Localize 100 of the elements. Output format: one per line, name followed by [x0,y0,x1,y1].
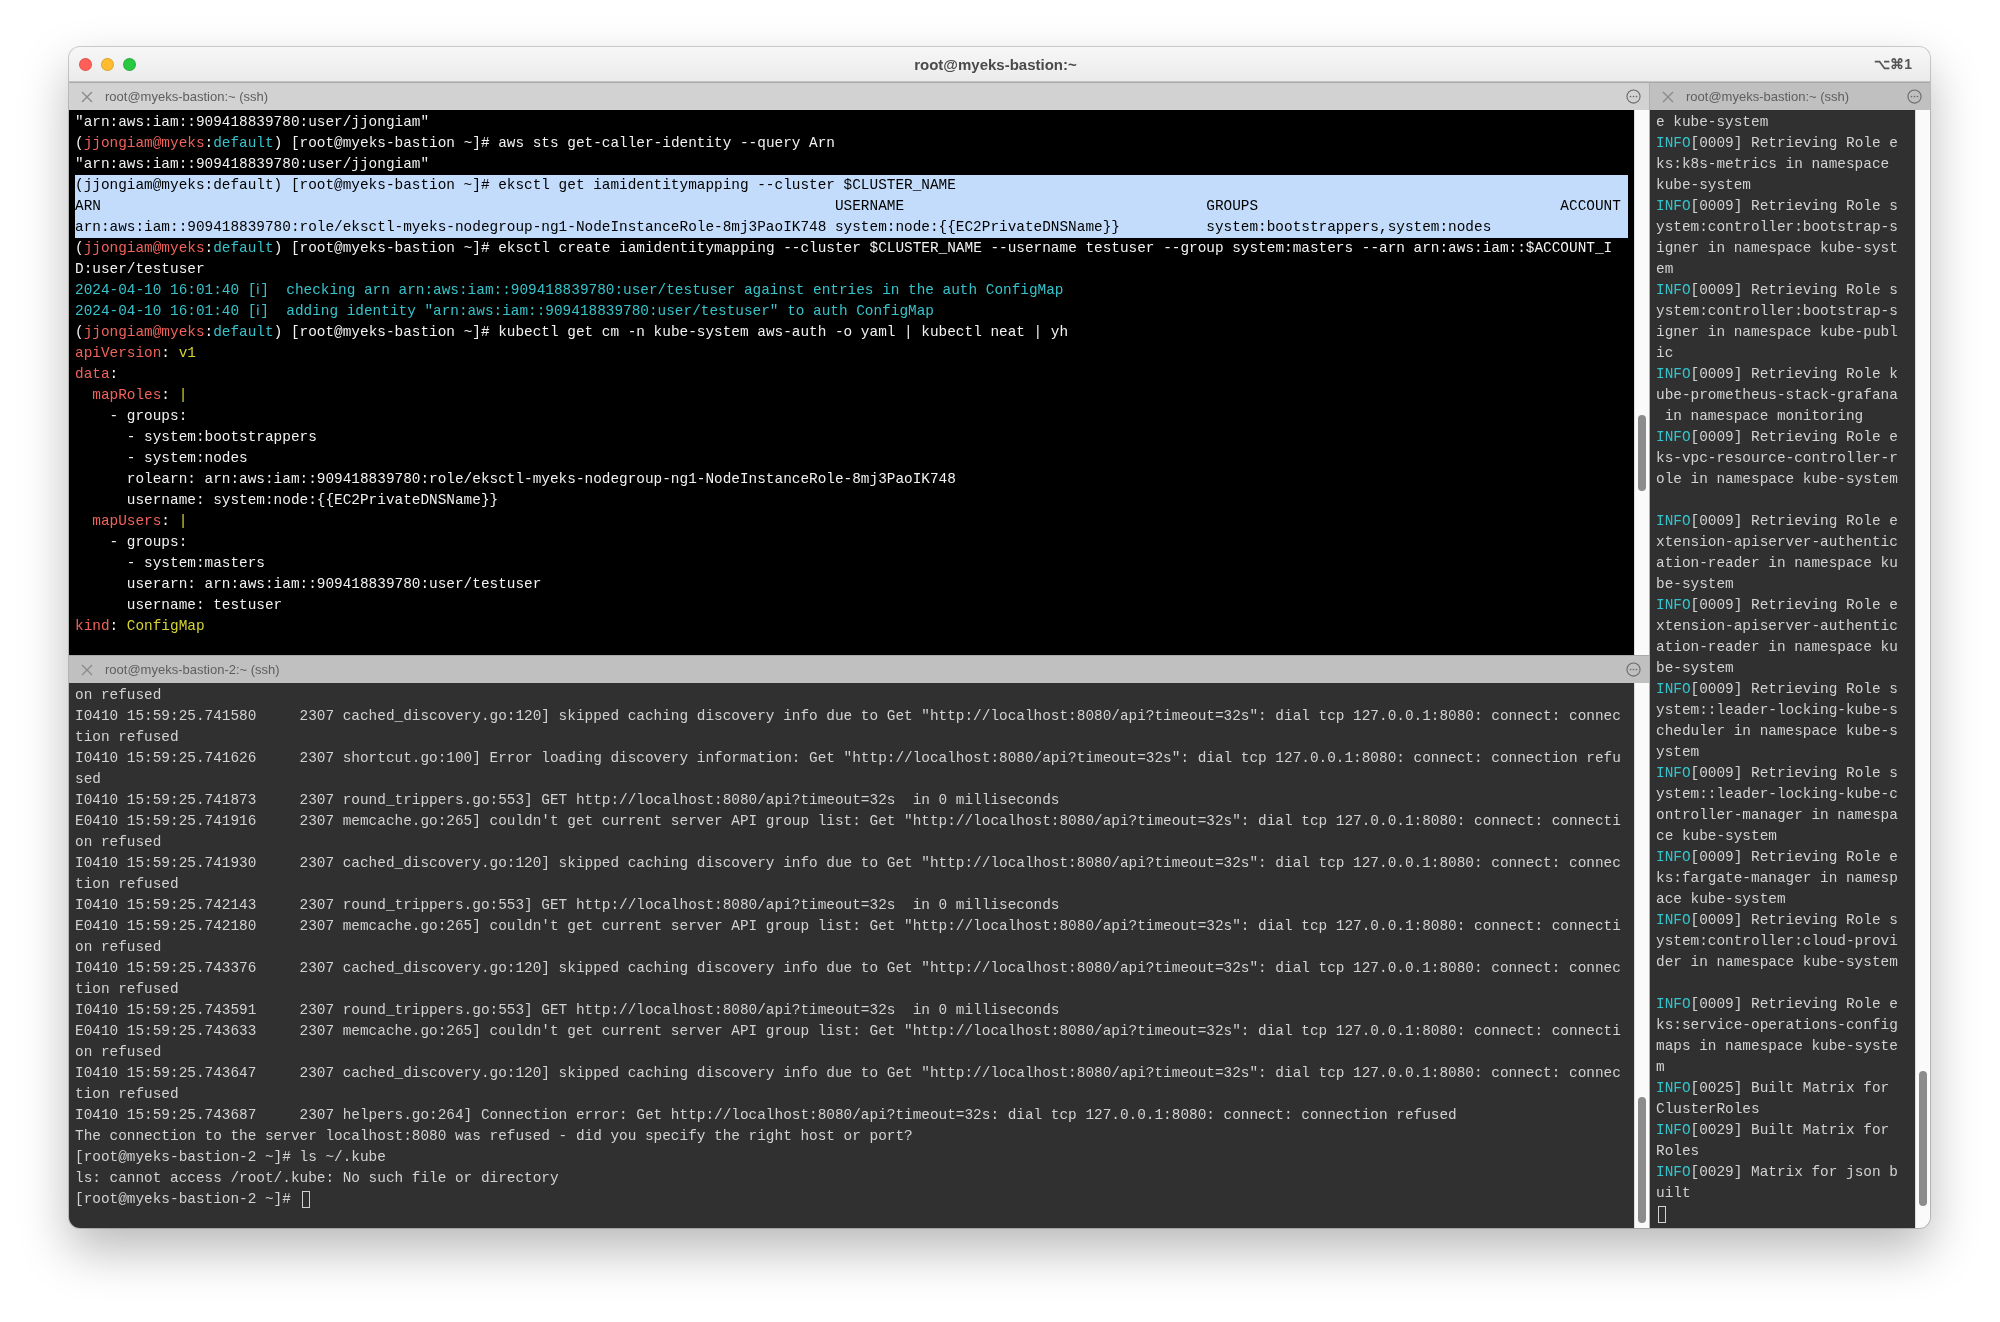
terminal-line: INFO[0009] Retrieving Role e [1656,995,1898,1014]
terminal-line: ontroller-manager in namespa [1656,806,1898,825]
scrollbar-thumb[interactable] [1638,1097,1646,1223]
terminal-line: on refused [75,686,162,705]
terminal-line: ce kube-system [1656,827,1777,846]
terminal-line: INFO[0009] Retrieving Role e [1656,428,1898,447]
terminal-line: I0410 15:59:25.742143 2307 round_trippers.go:553] GET http://localhost:8080/api?timeout=32s in 0 milliseconds [75,896,1060,915]
terminal-line: (jjongiam@myeks:default) [root@myeks-bastion ~]# eksctl create iamidentitymapping --cluster $CLUSTER_NAME --username testuser --group system:masters --arn arn:aws:iam::$ACCOUNT_I [75,239,1613,258]
terminal-line: INFO[0009] Retrieving Role s [1656,911,1898,930]
terminal-line: igner in namespace kube-publ [1656,323,1898,342]
terminal-line: I0410 15:59:25.741626 2307 shortcut.go:100] Error loading discovery information: Get "http://localhost:8080/api?timeout=32s": dial tcp 127.0.0.1:8080: connect: connection refu [75,749,1621,768]
terminal-line: (jjongiam@myeks:default) [root@myeks-bastion ~]# kubectl get cm -n kube-system aws-auth -o yaml | kubectl neat | yh [75,323,1069,342]
terminal-line: xtension-apiserver-authentic [1656,617,1898,636]
terminal-line: be-system [1656,575,1734,594]
terminal-line: ole in namespace kube-system [1656,470,1898,489]
terminal-line: I0410 15:59:25.743591 2307 round_trippers.go:553] GET http://localhost:8080/api?timeout=32s in 0 milliseconds [75,1001,1060,1020]
terminal-line: tion refused [75,980,179,999]
scrollbar-thumb[interactable] [1638,415,1646,492]
scrollbar[interactable] [1915,110,1930,1228]
terminal-line: - groups: [108,533,188,552]
more-icon[interactable] [1906,88,1922,105]
terminal-line: on refused [75,938,162,957]
terminal-line: uilt [1656,1184,1691,1203]
more-icon[interactable] [1625,88,1641,105]
terminal-line: tion refused [75,728,179,747]
tab-title[interactable]: root@myeks-bastion:~ (ssh) [105,89,1615,104]
tab-title[interactable]: root@myeks-bastion:~ (ssh) [1686,89,1896,104]
terminal-line: apiVersion: v1 [75,344,196,363]
terminal-line: I0410 15:59:25.743647 2307 cached_discovery.go:120] skipped caching discovery info due to Get "http://localhost:8080/api?timeout=32s": dial tcp 127.0.0.1:8080: connect: connec [75,1064,1621,1083]
terminal-line: ace kube-system [1656,890,1786,909]
terminal-line: INFO[0025] Built Matrix for [1656,1079,1890,1098]
terminal-line: in namespace monitoring [1663,407,1864,426]
terminal-line: - system:nodes [125,449,248,468]
terminal-line: ystem:controller:bootstrap-s [1656,302,1898,321]
terminal-line: INFO[0009] Retrieving Role e [1656,134,1898,153]
terminal-line: INFO[0009] Retrieving Role e [1656,848,1898,867]
close-button[interactable] [79,57,92,71]
terminal-line: der in namespace kube-system [1656,953,1898,972]
terminal-line: I0410 15:59:25.741580 2307 cached_discovery.go:120] skipped caching discovery info due to Get "http://localhost:8080/api?timeout=32s": dial tcp 127.0.0.1:8080: connect: connec [75,707,1621,726]
shortcut-label: ⌥⌘1 [1874,56,1912,72]
terminal-line: maps in namespace kube-syste [1656,1037,1898,1056]
terminal-line: username: system:node:{{EC2PrivateDNSName}} [125,491,499,510]
terminal-line: ClusterRoles [1656,1100,1760,1119]
terminal-line: I0410 15:59:25.743687 2307 helpers.go:264] Connection error: Get http://localhost:8080/api?timeout=32s: dial tcp 127.0.0.1:8080: connect: connection refused [75,1106,1457,1125]
terminal-line: The connection to the server localhost:8080 was refused - did you specify the right host or port? [75,1127,913,1146]
terminal-line: data: [75,365,119,384]
terminal-line: 2024-04-10 16:01:40 [ℹ] checking arn arn:aws:iam::909418839780:user/testuser against entries in the auth ConfigMap [75,281,1064,300]
terminal-line: ks:service-operations-config [1656,1016,1898,1035]
terminal-line: ystem::leader-locking-kube-s [1656,701,1898,720]
scrollbar-thumb[interactable] [1919,1071,1927,1206]
terminal-line: kind: ConfigMap [75,617,205,636]
terminal-line: xtension-apiserver-authentic [1656,533,1898,552]
terminal-line: "arn:aws:iam::909418839780:user/jjongiam" [75,113,430,132]
terminal-line: mapRoles: | [91,386,188,405]
terminal-line: INFO[0009] Retrieving Role s [1656,197,1898,216]
terminal-line: D:user/testuser [75,260,205,279]
terminal-line: 2024-04-10 16:01:40 [ℹ] adding identity "arn:aws:iam::909418839780:user/testuser" to auth ConfigMap [75,302,934,321]
terminal-line: em [1656,260,1674,279]
terminal-line: INFO[0009] Retrieving Role s [1656,680,1898,699]
more-icon[interactable] [1625,661,1641,678]
terminal-line: I0410 15:59:25.743376 2307 cached_discovery.go:120] skipped caching discovery info due to Get "http://localhost:8080/api?timeout=32s": dial tcp 127.0.0.1:8080: connect: connec [75,959,1621,978]
terminal-line: E0410 15:59:25.743633 2307 memcache.go:265] couldn't get current server API group list: Get "http://localhost:8080/api?timeout=32s": dial tcp 127.0.0.1:8080: connect: connecti [75,1022,1621,1041]
terminal-line: ks:fargate-manager in namesp [1656,869,1898,888]
terminal-line: cheduler in namespace kube-s [1656,722,1898,741]
scrollbar[interactable] [1634,683,1649,1228]
terminal-line: userarn: arn:aws:iam::909418839780:user/testuser [125,575,542,594]
terminal-line: ube-prometheus-stack-grafana [1656,386,1898,405]
terminal-line: ks:k8s-metrics in namespace [1656,155,1890,174]
terminal-line: ystem [1656,743,1700,762]
terminal-line: ic [1656,344,1674,363]
terminal-line: on refused [75,1043,162,1062]
terminal-line: sed [75,770,101,789]
terminal-line: INFO[0009] Retrieving Role s [1656,764,1898,783]
terminal-line: ystem:controller:cloud-provi [1656,932,1898,951]
terminal-line: ation-reader in namespace ku [1656,638,1898,657]
terminal-line: tion refused [75,875,179,894]
terminal-line: - groups: [108,407,188,426]
terminal-line: ystem::leader-locking-kube-c [1656,785,1898,804]
terminal-line: mapUsers: | [91,512,188,531]
terminal-line: - system:masters [125,554,265,573]
terminal-line: ystem:controller:bootstrap-s [1656,218,1898,237]
terminal-line: E0410 15:59:25.742180 2307 memcache.go:265] couldn't get current server API group list: Get "http://localhost:8080/api?timeout=32s": dial tcp 127.0.0.1:8080: connect: connecti [75,917,1621,936]
scrollbar[interactable] [1634,110,1649,655]
terminal-line: [root@myeks-bastion-2 ~]# ls ~/.kube [75,1148,386,1167]
terminal-line: I0410 15:59:25.741873 2307 round_trippers.go:553] GET http://localhost:8080/api?timeout=32s in 0 milliseconds [75,791,1060,810]
terminal-line: INFO[0029] Matrix for json b [1656,1163,1898,1182]
terminal-line: ks-vpc-resource-controller-r [1656,449,1898,468]
terminal-line: rolearn: arn:aws:iam::909418839780:role/eksctl-myeks-nodegroup-ng1-NodeInstanceRole-8mj3PaoIK748 [125,470,956,489]
zoom-button[interactable] [123,57,136,71]
terminal-line: INFO[0009] Retrieving Role e [1656,596,1898,615]
terminal-line: - system:bootstrappers [125,428,317,447]
terminal-line: E0410 15:59:25.741916 2307 memcache.go:265] couldn't get current server API group list: Get "http://localhost:8080/api?timeout=32s": dial tcp 127.0.0.1:8080: connect: connecti [75,812,1621,831]
terminal-line: tion refused [75,1085,179,1104]
terminal-line: kube-system [1656,176,1751,195]
terminal-line: ls: cannot access /root/.kube: No such file or directory [75,1169,559,1188]
tab-title[interactable]: root@myeks-bastion-2:~ (ssh) [105,662,1615,677]
terminal-line: e kube-system [1656,113,1769,132]
terminal-line: INFO[0009] Retrieving Role s [1656,281,1898,300]
minimize-button[interactable] [101,57,114,71]
terminal-line: ation-reader in namespace ku [1656,554,1898,573]
